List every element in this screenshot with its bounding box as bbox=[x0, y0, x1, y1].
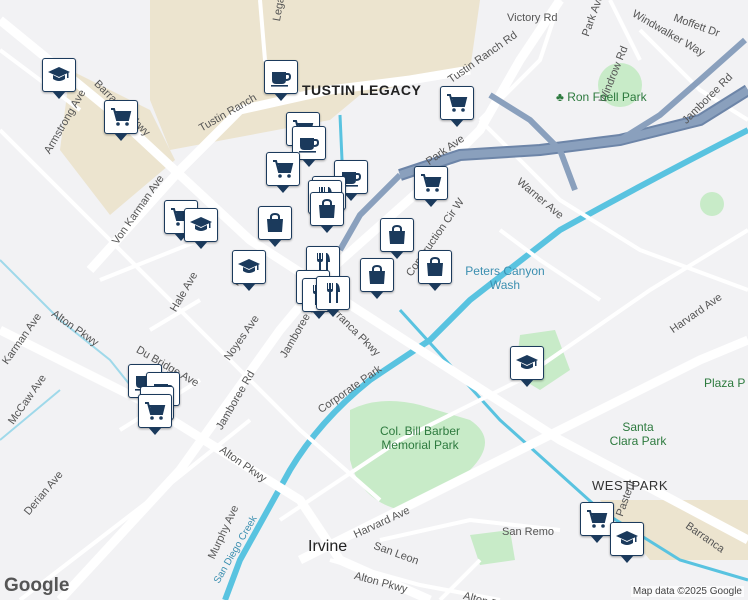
shopping-cart-icon bbox=[445, 91, 469, 115]
map-canvas[interactable]: Legacy Victory Rd Park Ave Windwalker Wa… bbox=[0, 0, 748, 600]
park-area bbox=[700, 192, 724, 216]
restaurant-marker[interactable] bbox=[316, 276, 350, 317]
shopping-cart-icon bbox=[143, 399, 167, 423]
map-attribution[interactable]: Map data ©2025 Google bbox=[630, 586, 744, 597]
tree-icon: ♣ bbox=[556, 90, 564, 104]
area-label-westpark: WESTPARK bbox=[592, 478, 668, 493]
shopping-bag-icon bbox=[423, 255, 447, 279]
street-label: San Remo bbox=[502, 526, 554, 538]
school-marker[interactable] bbox=[510, 346, 544, 387]
park-label-plaza: Plaza P bbox=[704, 376, 746, 390]
shopping-cart-icon bbox=[109, 105, 133, 129]
school-marker[interactable] bbox=[184, 208, 218, 249]
area-label-tustin-legacy: TUSTIN LEGACY bbox=[302, 82, 422, 98]
park-label-barber: Col. Bill Barber Memorial Park bbox=[379, 424, 461, 452]
coffee-cup-icon bbox=[297, 131, 321, 155]
grocery-marker[interactable] bbox=[104, 100, 138, 141]
cafe-marker[interactable] bbox=[264, 60, 298, 101]
park-label-santa-clara: Santa Clara Park bbox=[609, 420, 667, 448]
shopping-marker[interactable] bbox=[380, 218, 414, 259]
shopping-marker[interactable] bbox=[310, 192, 344, 233]
graduation-cap-icon bbox=[189, 213, 213, 237]
coffee-cup-icon bbox=[269, 65, 293, 89]
shopping-marker[interactable] bbox=[258, 206, 292, 247]
city-label-irvine: Irvine bbox=[308, 538, 348, 555]
street-label: Victory Rd bbox=[507, 12, 558, 24]
google-logo: Google bbox=[4, 575, 70, 596]
school-marker[interactable] bbox=[232, 250, 266, 291]
shopping-marker[interactable] bbox=[360, 258, 394, 299]
shopping-bag-icon bbox=[365, 263, 389, 287]
shopping-bag-icon bbox=[315, 197, 339, 221]
graduation-cap-icon bbox=[615, 527, 639, 551]
shopping-cart-icon bbox=[585, 507, 609, 531]
grocery-marker[interactable] bbox=[414, 166, 448, 207]
grocery-marker[interactable] bbox=[580, 502, 614, 543]
grocery-marker[interactable] bbox=[440, 86, 474, 127]
school-marker[interactable] bbox=[42, 58, 76, 99]
shopping-cart-icon bbox=[419, 171, 443, 195]
grocery-marker[interactable] bbox=[138, 394, 172, 435]
grocery-marker[interactable] bbox=[266, 152, 300, 193]
shopping-marker[interactable] bbox=[418, 250, 452, 291]
park-label-ron-foell: ♣ Ron Foell Park bbox=[556, 90, 647, 104]
shopping-bag-icon bbox=[385, 223, 409, 247]
shopping-cart-icon bbox=[271, 157, 295, 181]
fork-knife-icon bbox=[321, 281, 345, 305]
shopping-bag-icon bbox=[263, 211, 287, 235]
water-label-peters-canyon: Peters Canyon Wash bbox=[465, 264, 545, 292]
graduation-cap-icon bbox=[237, 255, 261, 279]
graduation-cap-icon bbox=[47, 63, 71, 87]
school-marker[interactable] bbox=[610, 522, 644, 563]
graduation-cap-icon bbox=[515, 351, 539, 375]
